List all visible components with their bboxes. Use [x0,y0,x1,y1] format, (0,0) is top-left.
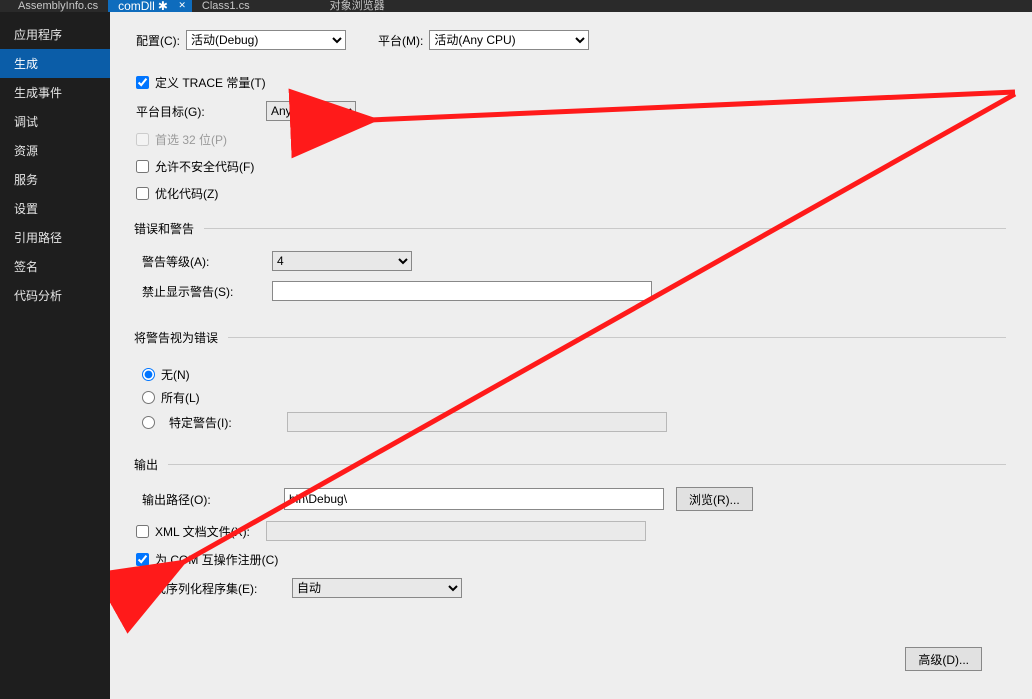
suppress-warnings-label: 禁止显示警告(S): [142,283,272,300]
tab-assemblyinfo[interactable]: AssemblyInfo.cs [8,0,108,12]
build-page: 配置(C): 活动(Debug) 平台(M): 活动(Any CPU) 定义 T… [110,12,1032,699]
tab-class1[interactable]: Class1.cs [192,0,260,12]
project-settings-sidebar: 应用程序 生成 生成事件 调试 资源 服务 设置 引用路径 签名 代码分析 [0,12,110,699]
tab-comdll[interactable]: comDll ✱ [108,0,192,12]
treat-all-input[interactable] [142,391,155,404]
config-platform-row: 配置(C): 活动(Debug) 平台(M): 活动(Any CPU) [136,30,1006,50]
sidebar-item-debug[interactable]: 调试 [0,107,110,136]
prefer-32bit-input [136,133,149,146]
treat-warnings-legend: 将警告视为错误 [134,329,228,346]
sidebar-item-build-events[interactable]: 生成事件 [0,78,110,107]
errors-warnings-group: 错误和警告 警告等级(A): 4 禁止显示警告(S): [136,220,1006,311]
treat-specific-input[interactable] [142,416,155,429]
xml-doc-label: XML 文档文件(X): [155,523,250,540]
treat-none-radio[interactable]: 无(N) [142,366,1006,383]
sidebar-item-services[interactable]: 服务 [0,165,110,194]
allow-unsafe-checkbox[interactable]: 允许不安全代码(F) [136,158,254,175]
output-legend: 输出 [134,456,168,473]
warning-level-label: 警告等级(A): [142,253,272,270]
output-path-label: 输出路径(O): [142,491,272,508]
warning-level-select[interactable]: 4 [272,251,412,271]
treat-warnings-group: 将警告视为错误 无(N) 所有(L) 特定警告(I): [136,329,1006,438]
prefer-32bit-label: 首选 32 位(P) [155,131,227,148]
define-trace-input[interactable] [136,76,149,89]
tab-comdll-label: comDll [118,0,155,12]
xml-doc-input[interactable] [136,525,149,538]
allow-unsafe-label: 允许不安全代码(F) [155,158,254,175]
configuration-label: 配置(C): [136,32,180,49]
optimize-code-label: 优化代码(Z) [155,185,218,202]
treat-specific-textbox-disabled [287,412,667,432]
com-register-label: 为 COM 互操作注册(C) [155,551,278,568]
treat-all-label: 所有(L) [161,389,200,406]
treat-none-input[interactable] [142,368,155,381]
suppress-warnings-input[interactable] [272,281,652,301]
sidebar-item-reference-paths[interactable]: 引用路径 [0,223,110,252]
sidebar-item-build[interactable]: 生成 [0,49,110,78]
platform-select[interactable]: 活动(Any CPU) [429,30,589,50]
advanced-button[interactable]: 高级(D)... [905,647,982,671]
com-register-checkbox[interactable]: 为 COM 互操作注册(C) [136,551,278,568]
allow-unsafe-input[interactable] [136,160,149,173]
treat-none-label: 无(N) [161,366,190,383]
sidebar-item-code-analysis[interactable]: 代码分析 [0,281,110,310]
optimize-code-input[interactable] [136,187,149,200]
treat-specific-radio[interactable]: 特定警告(I): [142,412,1006,432]
output-path-input[interactable] [284,488,664,510]
treat-all-radio[interactable]: 所有(L) [142,389,1006,406]
tab-object-browser[interactable]: 对象浏览器 [320,0,395,12]
editor-tab-bar: AssemblyInfo.cs comDll ✱ Class1.cs 对象浏览器 [0,0,1032,12]
optimize-code-checkbox[interactable]: 优化代码(Z) [136,185,218,202]
treat-specific-label: 特定警告(I): [169,414,279,431]
sidebar-item-settings[interactable]: 设置 [0,194,110,223]
sidebar-item-resources[interactable]: 资源 [0,136,110,165]
browse-button[interactable]: 浏览(R)... [676,487,753,511]
com-register-input[interactable] [136,553,149,566]
modified-star-icon: ✱ [158,0,168,12]
platform-target-label: 平台目标(G): [136,103,266,120]
errors-warnings-legend: 错误和警告 [134,220,204,237]
platform-label: 平台(M): [378,32,423,49]
serialization-select[interactable]: 自动 [292,578,462,598]
sidebar-item-application[interactable]: 应用程序 [0,20,110,49]
xml-doc-path-disabled [266,521,646,541]
sidebar-item-signing[interactable]: 签名 [0,252,110,281]
output-group: 输出 输出路径(O): 浏览(R)... XML 文档文件(X): [136,456,1006,608]
platform-target-select[interactable]: Any CPU [266,101,356,121]
configuration-select[interactable]: 活动(Debug) [186,30,346,50]
serialization-label: 生成序列化程序集(E): [142,580,292,597]
xml-doc-checkbox[interactable]: XML 文档文件(X): [136,523,266,540]
define-trace-label: 定义 TRACE 常量(T) [155,74,266,91]
define-trace-checkbox[interactable]: 定义 TRACE 常量(T) [136,74,266,91]
prefer-32bit-checkbox: 首选 32 位(P) [136,131,227,148]
